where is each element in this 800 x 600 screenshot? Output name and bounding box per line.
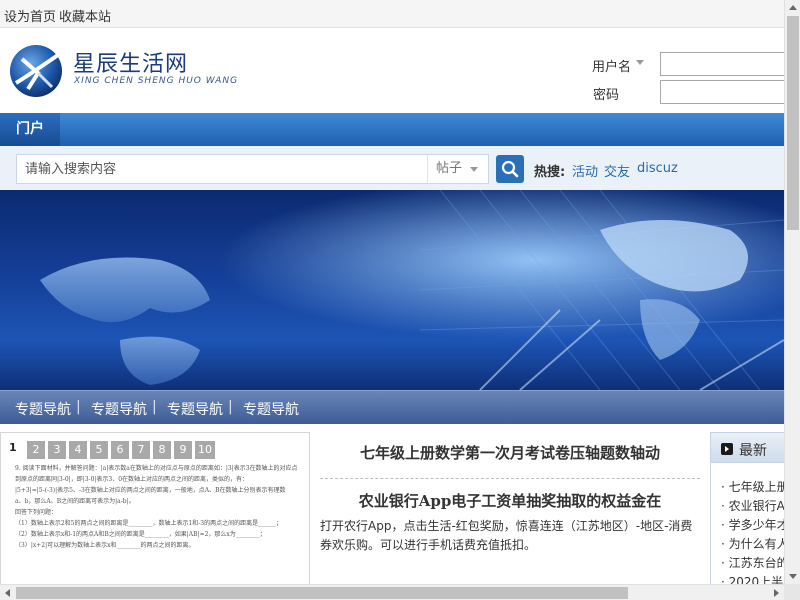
article-summary: 打开农行App，点击生活-红包奖励，惊喜连连（江苏地区）-地区-消费券欢乐购。可… (320, 519, 693, 552)
arrow-right-icon (721, 443, 733, 455)
image-slider[interactable]: 1 2 3 4 5 6 7 8 9 10 9. 阅读下面材料，并解答问题：|a|… (0, 432, 310, 592)
slider-page-button[interactable]: 7 (132, 441, 150, 459)
search-type-select[interactable]: 帖子 (427, 154, 489, 184)
vertical-scrollbar[interactable] (784, 0, 800, 584)
horizontal-scrollbar[interactable] (0, 584, 784, 600)
divider (320, 478, 700, 479)
slider-page-button[interactable]: 2 (27, 441, 45, 459)
slider-page-button[interactable]: 8 (153, 441, 171, 459)
list-item-label: 为什么有人 (728, 537, 789, 551)
chevron-down-icon[interactable] (636, 60, 644, 65)
topic-nav-separator: | (76, 399, 81, 415)
list-item-label: 农业银行A (728, 499, 785, 513)
headline-article-title[interactable]: 七年级上册数学第一次月考试卷压轴题数轴动 (318, 442, 702, 463)
nav-tab-portal[interactable]: 门户 (0, 113, 60, 146)
horizontal-scroll-thumb[interactable] (16, 587, 628, 599)
topic-nav-item[interactable]: 专题导航 (243, 399, 299, 419)
password-input[interactable] (660, 80, 786, 104)
list-item-label: 七年级上册 (728, 480, 789, 494)
doc-line: 9. 阅读下面材料，并解答问题：|a|表示数a在数轴上的对应点与原点的距离如：|… (15, 465, 298, 472)
site-header: 星辰生活网 XING CHEN SHENG HUO WANG 用户名 密码 (0, 29, 786, 113)
topic-nav-separator: | (152, 399, 157, 415)
topic-nav-item[interactable]: 专题导航 (91, 399, 147, 419)
doc-line: 到原点的距离同|3-0|，即|3-0|表示3、0在数轴上对应的两点之间的距离，类… (15, 476, 249, 483)
slider-page-current[interactable]: 1 (9, 441, 17, 454)
topic-nav: 专题导航 | 专题导航 | 专题导航 | 专题导航 (0, 390, 784, 424)
article-title[interactable]: 农业银行App电子工资单抽奖抽取的权益金在 (318, 490, 702, 511)
slider-page-button[interactable]: 5 (90, 441, 108, 459)
bookmark-site-link[interactable]: 收藏本站 (59, 6, 111, 25)
doc-line: （3）|x+2|可以理解为数轴上表示x和________的两点之间的距离。 (15, 542, 195, 549)
vertical-scroll-thumb[interactable] (787, 16, 799, 230)
topic-nav-separator: | (228, 399, 233, 415)
doc-line: a、b，那么A、B之间的距离可表示为|a-b|。 (15, 498, 135, 505)
search-icon (501, 160, 519, 178)
username-input[interactable] (660, 52, 786, 76)
hot-search-link[interactable]: 交友 (604, 161, 630, 180)
hero-banner[interactable] (0, 190, 784, 390)
topic-nav-item[interactable]: 专题导航 (167, 399, 223, 419)
doc-line: 回答下列问题： (15, 509, 58, 516)
main-nav: 门户 (0, 113, 784, 146)
page: 设为首页 收藏本站 星辰生活网 XING CHEN SHENG HUO WANG… (0, 0, 800, 600)
slider-page-button[interactable]: 6 (111, 441, 129, 459)
doc-line: |5+3|=|5-(-3)|表示5、-3在数轴上对应的两点之间的距离，一般地，点… (15, 487, 286, 494)
search-input[interactable] (16, 154, 428, 184)
doc-line: （2）数轴上表示x和-1的两点A和B之间的距离是________，如果|AB|=… (15, 531, 266, 538)
list-item-label: 学多少年才 (728, 518, 789, 532)
site-logo-title[interactable]: 星辰生活网 (73, 46, 188, 78)
scroll-down-icon[interactable] (789, 574, 797, 579)
password-label: 密码 (593, 88, 620, 103)
search-type-value: 帖子 (436, 161, 463, 176)
username-label[interactable]: 用户名 (592, 56, 631, 75)
doc-line: （1）数轴上表示2和5的两点之间的距离是________，数轴上表示1和-3的两… (15, 520, 283, 527)
logo-icon[interactable] (8, 43, 64, 99)
slide-document-image: 9. 阅读下面材料，并解答问题：|a|表示数a在数轴上的对应点与原点的距离如：|… (15, 463, 305, 591)
search-button[interactable] (496, 155, 524, 183)
scroll-up-icon[interactable] (789, 5, 797, 10)
list-item-label: 江苏东台的 (728, 556, 789, 570)
top-bar: 设为首页 收藏本站 (0, 0, 784, 28)
scrollbar-corner (784, 584, 800, 600)
latest-panel-title: 最新 (739, 443, 767, 459)
hot-search-link[interactable]: 活动 (572, 161, 598, 180)
slider-page-button[interactable]: 10 (195, 441, 215, 459)
scroll-right-icon[interactable] (774, 589, 779, 597)
slider-page-button[interactable]: 4 (69, 441, 87, 459)
slider-page-button[interactable]: 3 (48, 441, 66, 459)
banner-image (0, 190, 784, 390)
scroll-left-icon[interactable] (5, 589, 10, 597)
set-homepage-link[interactable]: 设为首页 (4, 6, 56, 25)
slider-page-button[interactable]: 9 (174, 441, 192, 459)
hot-search-label: 热搜: (534, 165, 566, 180)
site-logo-subtitle: XING CHEN SHENG HUO WANG (74, 76, 239, 86)
topic-nav-item[interactable]: 专题导航 (15, 399, 71, 419)
hot-search-link[interactable]: discuz (637, 161, 678, 176)
chevron-down-icon (470, 167, 478, 172)
